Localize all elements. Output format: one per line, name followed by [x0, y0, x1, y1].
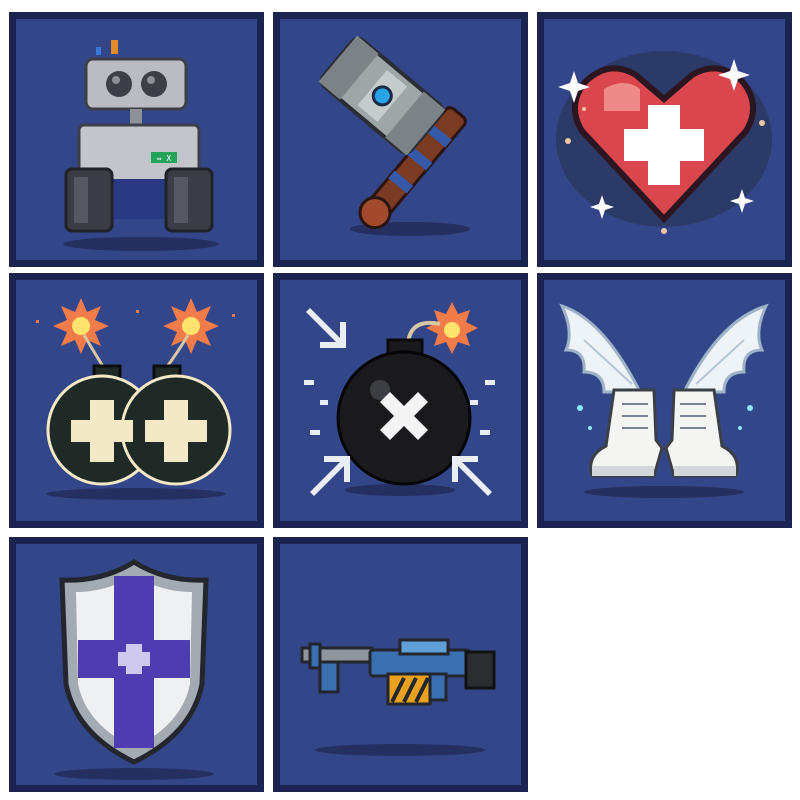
inventory-slot-hammer[interactable] — [273, 12, 528, 267]
inventory-slot-shield[interactable] — [9, 537, 264, 792]
blaster-gun-icon — [300, 638, 496, 756]
bomb-icon — [304, 302, 495, 496]
inventory-slot-robot[interactable]: ⇔ X — [9, 12, 264, 267]
inventory-slot-winged-boots[interactable] — [537, 273, 792, 528]
inventory-slot-double-bomb[interactable] — [9, 273, 264, 528]
robot-badge-text: ⇔ X — [157, 154, 172, 163]
cross-shield-icon — [54, 559, 214, 780]
inventory-slot-blaster[interactable] — [273, 537, 528, 792]
inventory-slot-heart[interactable] — [537, 12, 792, 267]
robot-drone-icon: ⇔ X — [63, 40, 219, 251]
health-heart-icon — [556, 51, 772, 234]
inventory-slot-bomb[interactable] — [273, 273, 528, 528]
war-hammer-icon — [318, 35, 470, 236]
winged-boots-icon — [559, 303, 769, 498]
double-bomb-icon — [36, 298, 235, 500]
